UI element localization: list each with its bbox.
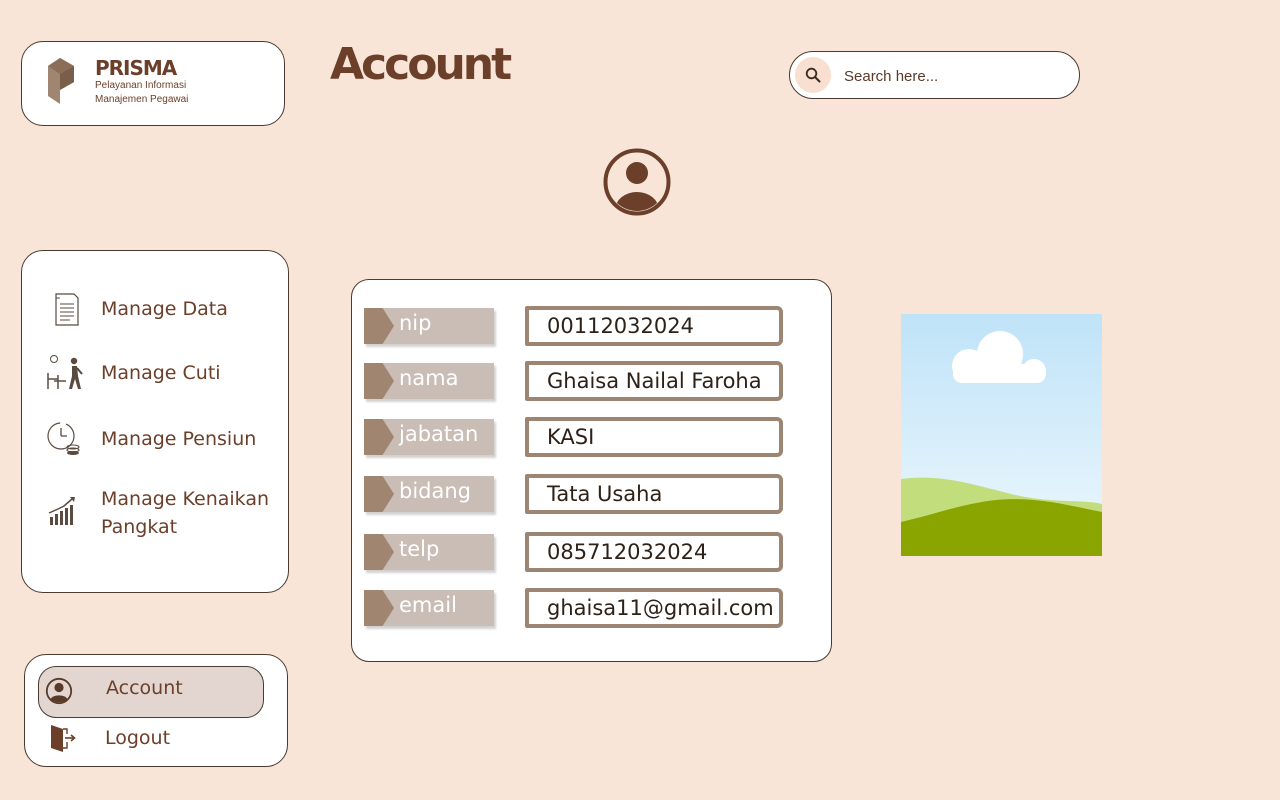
field-value[interactable]: KASI [525, 417, 783, 457]
leave-walk-icon [47, 355, 83, 389]
user-avatar-icon[interactable] [603, 148, 671, 216]
field-label-tag: nip [364, 308, 494, 344]
account-label: Account [106, 677, 183, 699]
field-value[interactable]: 00112032024 [525, 306, 783, 346]
profile-card: nip 00112032024 nama Ghaisa Nailal Faroh… [351, 279, 832, 662]
growth-chart-icon [48, 497, 75, 525]
user-circle-icon [45, 677, 73, 705]
sidebar-item-label: Manage Data [101, 298, 228, 320]
field-label: nama [399, 366, 459, 390]
field-value[interactable]: Tata Usaha [525, 474, 783, 514]
account-panel: Account Logout [24, 654, 288, 767]
search-icon[interactable] [795, 57, 831, 93]
field-label-tag: nama [364, 363, 494, 399]
field-row-nip: nip 00112032024 [364, 306, 784, 348]
field-value[interactable]: ghaisa11@gmail.com [525, 588, 783, 628]
field-row-jabatan: jabatan KASI [364, 417, 784, 459]
field-value[interactable]: Ghaisa Nailal Faroha [525, 361, 783, 401]
search-input[interactable] [842, 62, 1066, 90]
brand-name: PRISMA [95, 56, 177, 80]
sidebar-item-manage-data[interactable]: Manage Data [44, 291, 284, 327]
logout-button[interactable]: Logout [49, 723, 249, 759]
sidebar-item-label: Manage Cuti [101, 362, 221, 384]
search-bar[interactable] [789, 51, 1080, 99]
field-label-tag: email [364, 590, 494, 626]
prisma-logo-icon [48, 58, 74, 104]
field-label: nip [399, 311, 432, 335]
sidebar-item-manage-cuti[interactable]: Manage Cuti [44, 355, 284, 391]
profile-photo-placeholder[interactable] [901, 314, 1102, 556]
sidebar-item-manage-kenaikan-pangkat[interactable]: Manage Kenaikan Pangkat [44, 481, 284, 541]
field-label: jabatan [399, 422, 479, 446]
field-label-tag: telp [364, 534, 494, 570]
field-label-tag: jabatan [364, 419, 494, 455]
sidebar-item-manage-pensiun[interactable]: Manage Pensiun [44, 421, 284, 457]
field-label-tag: bidang [364, 476, 494, 512]
sidebar-menu: Manage Data Manage Cuti Manage Pensiun M… [21, 250, 289, 593]
field-label: telp [399, 537, 440, 561]
sidebar-item-label: Manage Kenaikan Pangkat [101, 488, 270, 538]
pension-clock-icon [47, 422, 80, 455]
field-label: email [399, 593, 457, 617]
brand-subtitle-line1: Pelayanan Informasi [95, 80, 187, 91]
field-row-telp: telp 085712032024 [364, 532, 784, 574]
document-icon [55, 293, 79, 326]
logo-card: PRISMA Pelayanan Informasi Manajemen Peg… [21, 41, 285, 126]
account-button[interactable]: Account [38, 666, 264, 718]
field-row-email: email ghaisa11@gmail.com [364, 588, 784, 630]
page-title: Account [330, 39, 512, 90]
sidebar-item-label: Manage Pensiun [101, 428, 257, 450]
field-row-nama: nama Ghaisa Nailal Faroha [364, 361, 784, 403]
field-row-bidang: bidang Tata Usaha [364, 474, 784, 516]
logout-door-icon [51, 725, 76, 752]
brand-subtitle-line2: Manajemen Pegawai [95, 94, 189, 105]
field-value[interactable]: 085712032024 [525, 532, 783, 572]
field-label: bidang [399, 479, 472, 503]
logout-label: Logout [105, 727, 171, 749]
